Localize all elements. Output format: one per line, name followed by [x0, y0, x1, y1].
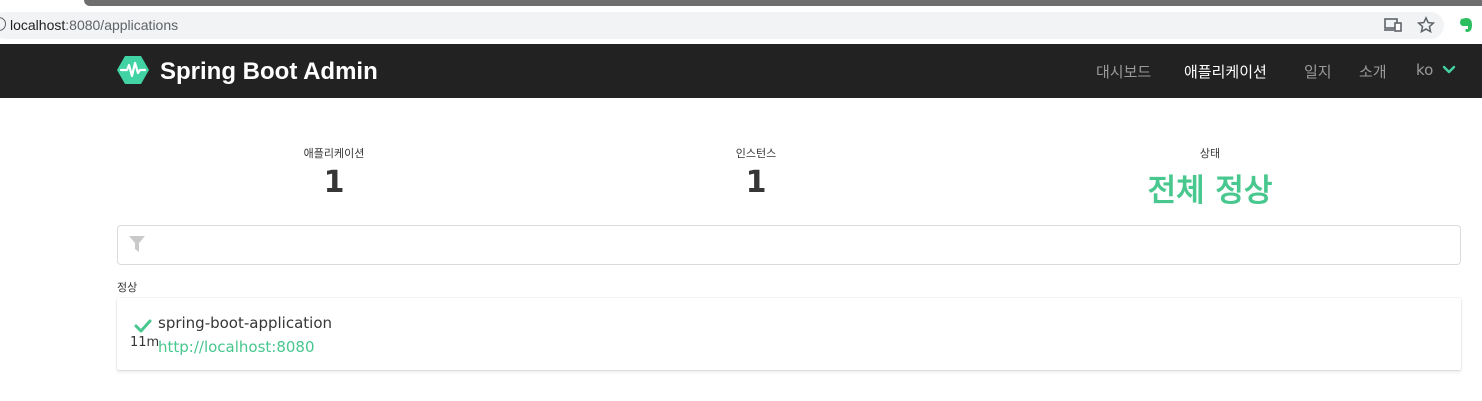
filter-icon — [129, 236, 145, 257]
stat-applications-label: 애플리케이션 — [303, 147, 365, 160]
browser-chrome: localhost:8080/applications — [0, 0, 1482, 44]
stat-instances: 인스턴스 1 — [706, 145, 806, 200]
url-text[interactable]: localhost:8080/applications — [10, 17, 178, 33]
application-url-link[interactable]: http://localhost:8080 — [158, 338, 315, 356]
stat-applications-value: 1 — [323, 165, 345, 200]
cast-icon[interactable] — [1383, 16, 1403, 34]
bookmark-star-icon[interactable] — [1416, 16, 1436, 34]
application-name[interactable]: spring-boot-application — [158, 314, 332, 332]
stat-instances-value: 1 — [745, 165, 767, 200]
address-bar[interactable]: localhost:8080/applications — [0, 12, 1444, 39]
chevron-down-icon — [1442, 65, 1456, 75]
top-navbar: Spring Boot Admin 대시보드 애플리케이션 일지 소개 ko — [0, 44, 1482, 98]
stat-applications: 애플리케이션 1 — [284, 145, 384, 200]
stat-status-value: 전체 정상 — [1147, 173, 1273, 209]
spring-boot-admin-logo-icon — [116, 55, 150, 89]
url-path: :8080/applications — [65, 17, 179, 33]
nav-item-applications[interactable]: 애플리케이션 — [1184, 61, 1267, 82]
url-host: localhost — [10, 17, 66, 33]
tab-strip — [84, 0, 1482, 6]
nav-item-journal[interactable]: 일지 — [1304, 61, 1332, 82]
filter-box — [117, 225, 1461, 265]
stat-status-label: 상태 — [1199, 147, 1221, 160]
stat-instances-label: 인스턴스 — [735, 147, 777, 160]
language-label: ko — [1416, 61, 1434, 79]
application-card[interactable]: spring-boot-application 11m http://local… — [117, 298, 1461, 370]
site-info-icon[interactable] — [0, 17, 6, 31]
nav-item-about[interactable]: 소개 — [1359, 61, 1387, 82]
filter-input[interactable] — [154, 232, 1444, 258]
group-label-up: 정상 — [117, 281, 138, 294]
brand-title: Spring Boot Admin — [160, 58, 378, 85]
evernote-extension-icon[interactable] — [1456, 16, 1476, 34]
brand-link[interactable]: Spring Boot Admin — [116, 55, 378, 89]
nav-item-dashboard[interactable]: 대시보드 — [1096, 61, 1151, 82]
application-uptime: 11m — [130, 335, 160, 350]
language-dropdown[interactable]: ko — [1416, 61, 1456, 79]
stat-status: 상태 전체 정상 — [1130, 145, 1290, 210]
